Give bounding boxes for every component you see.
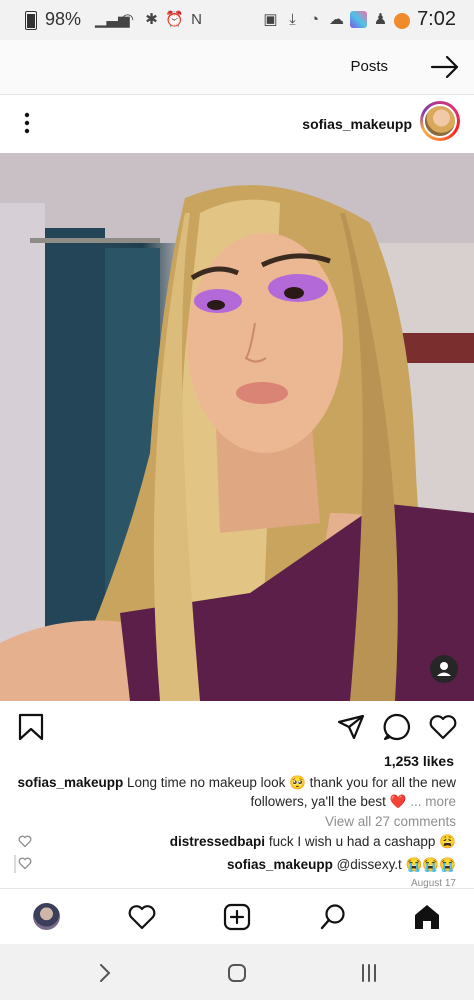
activity-heart-icon[interactable] xyxy=(127,902,157,932)
caption-text: Long time no makeup look 🥺 thank you for… xyxy=(127,775,456,809)
battery-icon xyxy=(25,11,37,30)
user-tag-icon[interactable] xyxy=(430,655,458,683)
snapchat-icon: ♟ xyxy=(373,11,388,28)
bottom-navigation xyxy=(0,888,474,945)
recent-apps-icon[interactable] xyxy=(358,962,380,984)
view-all-comments-link[interactable]: View all 27 comments xyxy=(325,814,456,829)
battery-level: 98% xyxy=(45,9,82,29)
notification-dot xyxy=(394,13,410,29)
home-icon[interactable] xyxy=(412,902,442,932)
new-post-icon[interactable] xyxy=(222,902,252,932)
comment-icon[interactable] xyxy=(382,712,412,742)
post-header: sofias_makeupp xyxy=(0,95,474,153)
page-title: Posts xyxy=(350,58,388,75)
status-bar: 98% ▁▃▅ ◠ ✱ ⏰ N ▣ ⤓ ◔ ☁ ♟ 7:02 xyxy=(0,0,474,40)
comment-2: sofias_makeupp @dissexy.t 😭😭😭 xyxy=(227,857,456,873)
messenger-icon: ◔ xyxy=(309,11,320,28)
comment-username[interactable]: sofias_makeupp xyxy=(227,857,333,872)
top-bar: Posts xyxy=(0,40,474,95)
weather-icon: ☁ xyxy=(329,11,344,28)
post-username[interactable]: sofias_makeupp xyxy=(302,116,412,132)
download-icon: ⤓ xyxy=(289,11,296,28)
share-icon[interactable] xyxy=(336,712,366,742)
system-navigation xyxy=(0,944,474,1000)
home-button-icon[interactable] xyxy=(226,962,248,984)
nfc-icon: N xyxy=(191,11,202,28)
signal-icon: ▁▃▅ xyxy=(95,11,130,28)
app-icon xyxy=(350,11,367,28)
bookmark-icon[interactable] xyxy=(16,712,46,742)
clock: 7:02 xyxy=(417,8,456,30)
comment-like-icon[interactable] xyxy=(18,834,32,848)
back-arrow-icon[interactable] xyxy=(430,53,460,81)
post-actions xyxy=(0,702,474,750)
like-count[interactable]: 1,253 likes xyxy=(384,753,454,769)
more-options-icon[interactable] xyxy=(22,112,32,134)
photo-illustration xyxy=(0,153,474,701)
like-heart-icon[interactable] xyxy=(428,712,458,742)
search-icon[interactable] xyxy=(318,902,348,932)
post-photo[interactable] xyxy=(0,153,474,701)
wifi-icon: ◠ xyxy=(120,11,135,28)
comment-1: distressedbapi fuck I wish u had a casha… xyxy=(170,834,456,850)
person-icon xyxy=(437,662,451,676)
comment-like-icon[interactable] xyxy=(18,856,32,870)
caption-more-link[interactable]: ... more xyxy=(410,794,456,809)
forward-chevron-icon[interactable] xyxy=(94,962,116,984)
post-caption: sofias_makeupp Long time no makeup look … xyxy=(16,773,456,811)
comment-text: fuck I wish u had a cashapp 😩 xyxy=(268,834,456,849)
caption-username[interactable]: sofias_makeupp xyxy=(17,775,123,790)
comment-text: @dissexy.t 😭😭😭 xyxy=(336,857,456,872)
alarm-icon: ⏰ xyxy=(165,11,184,28)
bluetooth-icon: ✱ xyxy=(145,11,158,28)
avatar-image xyxy=(423,104,457,138)
avatar[interactable] xyxy=(420,101,460,141)
reply-thread-line xyxy=(14,855,16,873)
comment-username[interactable]: distressedbapi xyxy=(170,834,265,849)
profile-avatar-tab[interactable] xyxy=(33,903,60,930)
gallery-icon: ▣ xyxy=(263,11,278,28)
